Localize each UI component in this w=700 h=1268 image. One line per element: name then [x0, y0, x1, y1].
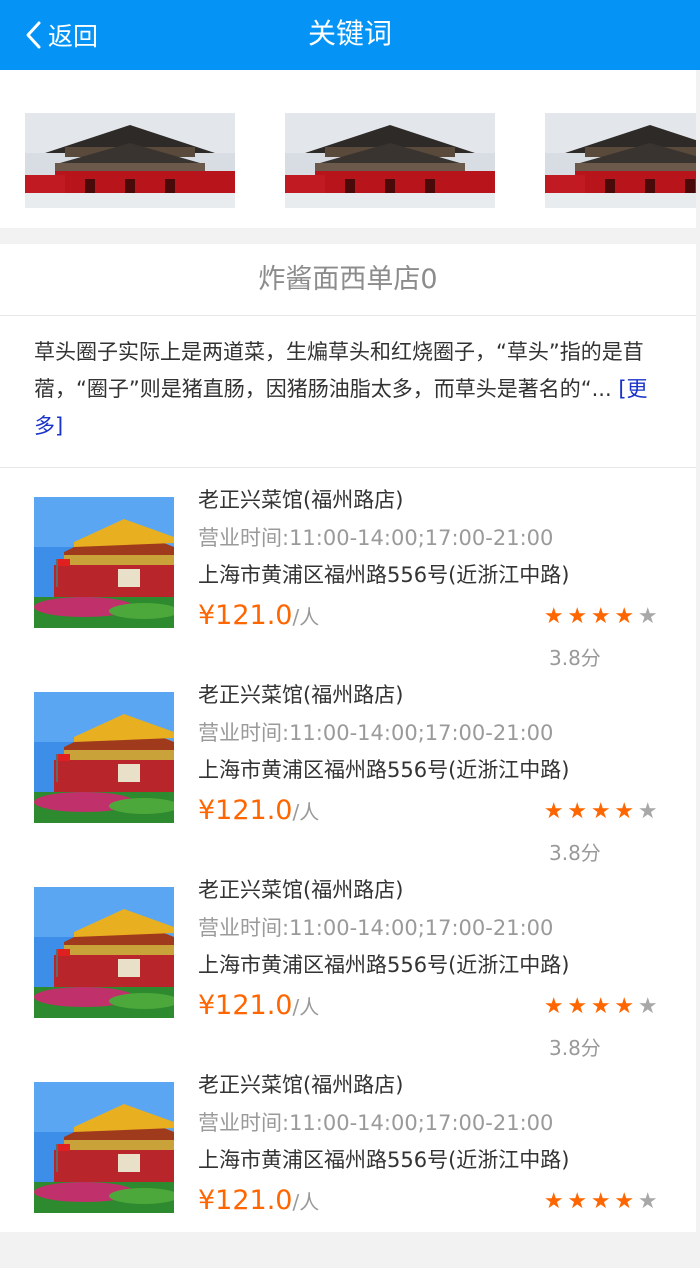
- star-filled-icon: ★: [590, 994, 611, 1019]
- star-filled-icon: ★: [614, 994, 635, 1019]
- restaurant-price: ¥121.0/人: [198, 1184, 319, 1221]
- store-description: 草头圈子实际上是两道菜，生煸草头和红烧圈子，“草头”指的是苜蓿，“圈子”则是猪直…: [0, 316, 696, 468]
- restaurant-address: 上海市黄浦区福州路556号(近浙江中路): [198, 953, 570, 977]
- star-empty-icon: ★: [637, 994, 658, 1019]
- restaurant-price: ¥121.0/人: [198, 599, 319, 636]
- star-filled-icon: ★: [590, 604, 611, 629]
- restaurant-list-item[interactable]: 老正兴菜馆(福州路店) 营业时间:11:00-14:00;17:00-21:00…: [0, 1054, 696, 1248]
- store-description-text: 草头圈子实际上是两道菜，生煸草头和红烧圈子，“草头”指的是苜蓿，“圈子”则是猪直…: [34, 340, 644, 401]
- star-filled-icon: ★: [614, 604, 635, 629]
- restaurant-name: 老正兴菜馆(福州路店): [198, 488, 404, 512]
- price-value: ¥121.0: [198, 1185, 293, 1216]
- price-value: ¥121.0: [198, 990, 293, 1021]
- store-title: 炸酱面西单店0: [0, 244, 696, 316]
- restaurant-thumbnail: [34, 692, 174, 823]
- star-empty-icon: ★: [637, 604, 658, 629]
- restaurant-thumbnail: [34, 497, 174, 628]
- star-empty-icon: ★: [637, 1189, 658, 1214]
- back-button[interactable]: 返回: [24, 16, 98, 54]
- star-filled-icon: ★: [567, 799, 588, 824]
- restaurant-address: 上海市黄浦区福州路556号(近浙江中路): [198, 563, 570, 587]
- store-card: 炸酱面西单店0 草头圈子实际上是两道菜，生煸草头和红烧圈子，“草头”指的是苜蓿，…: [0, 244, 696, 1232]
- banner-image-gate[interactable]: [25, 113, 235, 208]
- banner-image-gate[interactable]: [545, 113, 696, 208]
- restaurant-hours: 营业时间:11:00-14:00;17:00-21:00: [198, 721, 554, 745]
- price-value: ¥121.0: [198, 600, 293, 631]
- restaurant-name: 老正兴菜馆(福州路店): [198, 683, 404, 707]
- back-label: 返回: [48, 22, 99, 51]
- top-bar: 返回 关键词: [0, 0, 700, 70]
- restaurant-hours: 营业时间:11:00-14:00;17:00-21:00: [198, 526, 554, 550]
- price-unit: /人: [292, 800, 320, 824]
- restaurant-list-item[interactable]: 老正兴菜馆(福州路店) 营业时间:11:00-14:00;17:00-21:00…: [0, 664, 696, 865]
- restaurant-name: 老正兴菜馆(福州路店): [198, 1073, 404, 1097]
- rating-stars: ★ ★ ★ ★ ★: [542, 605, 660, 629]
- restaurant-thumbnail: [34, 1082, 174, 1213]
- price-unit: /人: [292, 1190, 320, 1214]
- star-filled-icon: ★: [543, 604, 564, 629]
- star-filled-icon: ★: [543, 799, 564, 824]
- restaurant-name: 老正兴菜馆(福州路店): [198, 878, 404, 902]
- star-filled-icon: ★: [614, 1189, 635, 1214]
- restaurant-hours: 营业时间:11:00-14:00;17:00-21:00: [198, 916, 554, 940]
- restaurant-price: ¥121.0/人: [198, 794, 319, 831]
- star-filled-icon: ★: [567, 994, 588, 1019]
- rating-stars: ★ ★ ★ ★ ★: [542, 1190, 660, 1214]
- restaurant-address: 上海市黄浦区福州路556号(近浙江中路): [198, 758, 570, 782]
- page-title: 关键词: [307, 17, 392, 50]
- star-empty-icon: ★: [637, 799, 658, 824]
- chevron-left-icon: [26, 21, 41, 49]
- star-filled-icon: ★: [590, 799, 611, 824]
- star-filled-icon: ★: [590, 1189, 611, 1214]
- star-filled-icon: ★: [543, 994, 564, 1019]
- restaurant-list-item[interactable]: 老正兴菜馆(福州路店) 营业时间:11:00-14:00;17:00-21:00…: [0, 469, 696, 670]
- star-filled-icon: ★: [543, 1189, 564, 1214]
- restaurant-hours: 营业时间:11:00-14:00;17:00-21:00: [198, 1111, 554, 1135]
- rating-stars: ★ ★ ★ ★ ★: [542, 995, 660, 1019]
- restaurant-list-item[interactable]: 老正兴菜馆(福州路店) 营业时间:11:00-14:00;17:00-21:00…: [0, 859, 696, 1060]
- price-value: ¥121.0: [198, 795, 293, 826]
- price-unit: /人: [292, 605, 320, 629]
- rating-stars: ★ ★ ★ ★ ★: [542, 800, 660, 824]
- star-filled-icon: ★: [614, 799, 635, 824]
- price-unit: /人: [292, 995, 320, 1019]
- restaurant-thumbnail: [34, 887, 174, 1018]
- star-filled-icon: ★: [567, 1189, 588, 1214]
- image-carousel[interactable]: [0, 70, 696, 228]
- restaurant-price: ¥121.0/人: [198, 989, 319, 1026]
- restaurant-address: 上海市黄浦区福州路556号(近浙江中路): [198, 1148, 570, 1172]
- star-filled-icon: ★: [567, 604, 588, 629]
- banner-image-gate[interactable]: [285, 113, 495, 208]
